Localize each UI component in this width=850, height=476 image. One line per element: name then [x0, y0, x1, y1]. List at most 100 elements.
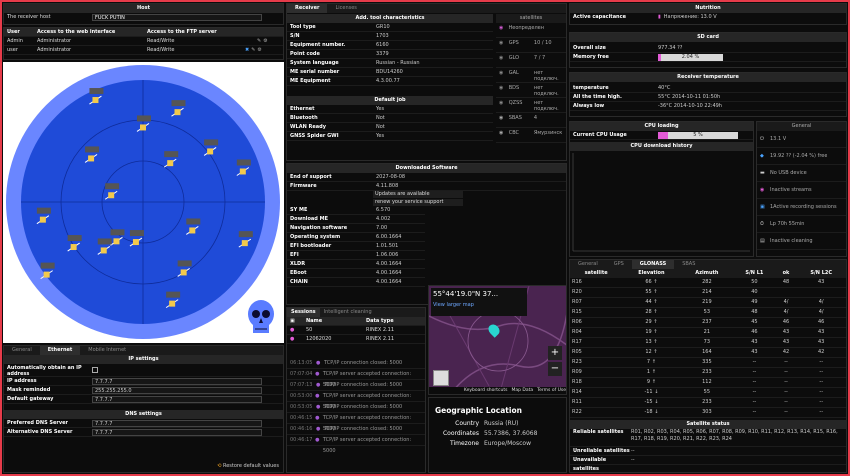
satellite-cell: 1 ↑ [622, 367, 681, 378]
geo-label: Country [455, 420, 479, 427]
map-panel[interactable]: 55°44'19.0"N 37... View larger map + − K… [428, 285, 567, 395]
satellite-cell: R04 [570, 327, 623, 338]
log-message: TCP/IP connection closed: 5000 [324, 360, 403, 366]
log-message: TCP/IP connection closed: 5000 [324, 426, 403, 432]
sessions-col-check[interactable]: ▣ [290, 317, 306, 325]
sd-size-value: 977.34 ?? [658, 45, 683, 51]
satellite-icon [70, 244, 77, 251]
users-row[interactable]: Admin Administrator Read/Write ✎ ⚙ [4, 37, 283, 46]
view-larger-map-link[interactable]: View larger map [433, 302, 525, 308]
auto-ip-label: Automatically obtain an IP address [7, 365, 82, 377]
reliable-label: Reliable satellites [573, 429, 624, 435]
satellite-cell: 303 [680, 407, 734, 418]
tool-char-row: Equipment number. 6160 [287, 41, 493, 50]
satellite-cell [796, 287, 846, 298]
keyboard-shortcuts-link[interactable]: Keyboard shortcuts [464, 387, 508, 394]
tab-sat-general[interactable]: General [570, 260, 606, 269]
software-header: Downloaded Software [287, 164, 566, 173]
updates-available[interactable]: Updates are available [373, 191, 463, 198]
software-value: 1.01.501 [376, 243, 399, 249]
log-time: 07:07:13 [290, 382, 313, 388]
tab-licenses[interactable]: Licenses [327, 4, 364, 13]
unavailable-value: -- [631, 457, 635, 463]
satellite-cell: 73 [680, 337, 734, 348]
satellite-cell: 219 [680, 297, 734, 308]
general-status-text: Inactive streams [770, 187, 812, 193]
host-input[interactable]: FUCK PUTIN [92, 14, 262, 21]
terms-link[interactable]: Terms of Use [537, 387, 566, 394]
user-ftp: Read/Write [147, 47, 175, 53]
delete-icon[interactable]: ✖ [245, 46, 249, 54]
satellite-cell: 48 [775, 278, 797, 288]
edit-icon[interactable]: ✎ [257, 37, 261, 45]
map-coords: 55°44'19.0"N 37... [433, 290, 499, 298]
satellite-col-header[interactable]: Azimuth [681, 269, 734, 278]
restore-defaults-button[interactable]: ⟲ Restore default values [217, 463, 279, 469]
general-status-text: Inactive cleaning [770, 238, 813, 244]
satellite-system-item: ◉ CBC Ямурзинск [496, 128, 566, 143]
zoom-out-button[interactable]: − [548, 362, 562, 376]
satellite-cell: 50 [733, 278, 776, 288]
tab-receiver[interactable]: Receiver [287, 4, 328, 13]
geo-label: Timezone [450, 440, 479, 447]
software-label: Firmware [290, 183, 317, 189]
tab-intelligent-cleaning[interactable]: Intelligent cleaning [320, 308, 376, 317]
tab-sat-sbas[interactable]: SBAS [674, 260, 703, 269]
satellite-cell: 7 ↑ [622, 357, 681, 368]
reliable-value: R01, R02, R03, R04, R05, R06, R07, R08, … [631, 429, 838, 442]
tool-char-row: System language Russian - Russian [287, 59, 493, 68]
ip-address-input[interactable]: 7.7.7.7 [92, 378, 262, 385]
satellite-system-value: 10 / 10 [533, 40, 552, 46]
satellite-col-header[interactable]: ok [776, 269, 797, 278]
session-row[interactable]: ● 50 RINEX 2.11 [287, 326, 425, 335]
satellite-col-header[interactable]: satellite [570, 269, 622, 278]
tab-sessions[interactable]: Sessions [287, 308, 320, 317]
satellite-col-header[interactable]: S/N L1 [733, 269, 776, 278]
satellite-cell: 43 [775, 337, 797, 348]
satellite-icon: ◉ [499, 115, 504, 121]
street-view-button[interactable] [433, 370, 449, 386]
skyplot[interactable] [3, 62, 284, 343]
satellite-system-value: нет подключ. [533, 70, 559, 82]
software-label: XLDR [290, 261, 306, 267]
satellite-cell: R09 [570, 367, 623, 378]
satellite-col-header[interactable]: Elevation [622, 269, 680, 278]
satellite-system-item: ◉ GAL нет подключ. [496, 68, 566, 83]
general-status-icon: ▣ [760, 204, 765, 210]
satellite-system-item: ◉ Неопределен [496, 23, 566, 38]
sd-panel: SD card Overall size 977.34 ?? Memory fre… [569, 32, 847, 68]
software-value: 4.00.1664 [376, 270, 402, 276]
gateway-input[interactable]: 7.7.7.7 [92, 396, 262, 403]
log-time: 00:53:05 [290, 404, 313, 410]
auto-ip-checkbox[interactable] [92, 367, 98, 373]
geo-value: 55.7386, 37.6068 [484, 430, 538, 437]
nutrition-header: Nutrition [570, 4, 846, 13]
job-row: GNSS Spider GWI Yes [287, 132, 493, 141]
satellite-row: R18 9 ↑ 112 -- -- -- [570, 377, 846, 388]
users-row[interactable]: user Administrator Read/Write ✖ ✎ ⚙ [4, 46, 283, 55]
tab-general[interactable]: General [4, 346, 40, 355]
satellite-cell: 4/ [796, 297, 846, 308]
tab-ethernet[interactable]: Ethernet [39, 346, 81, 355]
session-row[interactable]: ● 12062020 RINEX 2.11 [287, 335, 425, 344]
tab-sat-glonass[interactable]: GLONASS [631, 260, 675, 269]
preferred-dns-input[interactable]: 7.7.7.7 [92, 420, 262, 427]
job-value: Not [376, 115, 385, 121]
renew-support[interactable]: renew your service support [373, 199, 463, 206]
satellite-cell: 21 [680, 327, 734, 338]
settings-icon[interactable]: ⚙ [257, 46, 261, 54]
tab-mobile-internet[interactable]: Mobile Internet [80, 346, 134, 355]
settings-icon[interactable]: ⚙ [263, 37, 267, 45]
edit-icon[interactable]: ✎ [251, 46, 255, 54]
geo-value: Europe/Moscow [484, 440, 531, 447]
zoom-in-button[interactable]: + [548, 346, 562, 360]
satellite-row: R23 7 ↑ 335 -- -- -- [570, 357, 846, 368]
alternative-dns-input[interactable]: 7.7.7.7 [92, 429, 262, 436]
satellite-col-header[interactable]: S/N L2C [796, 269, 846, 278]
mask-input[interactable]: 255.255.255.0 [92, 387, 262, 394]
satellite-icon: ◉ [499, 85, 504, 91]
map-data-link[interactable]: Map Data [511, 387, 533, 394]
tab-sat-gps[interactable]: GPS [606, 260, 632, 269]
job-label: GNSS Spider GWI [290, 133, 339, 139]
satellite-icon [239, 168, 246, 175]
